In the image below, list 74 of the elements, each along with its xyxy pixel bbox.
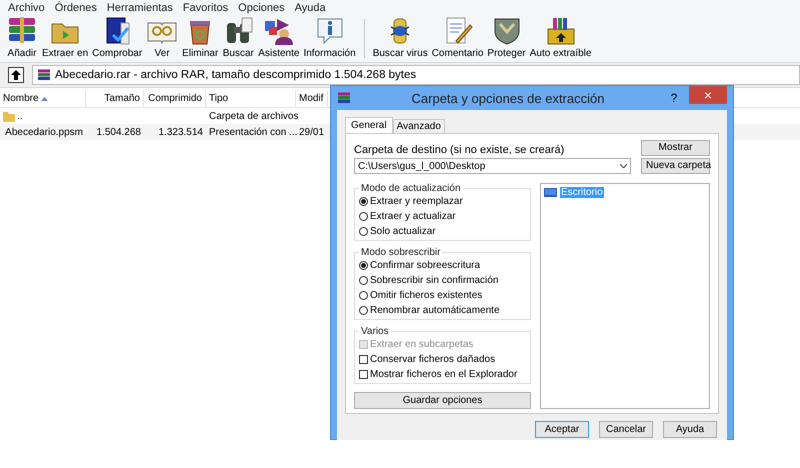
up-arrow-icon [11, 70, 21, 80]
books-icon [337, 91, 351, 105]
group-title: Modo de actualización [360, 183, 462, 194]
radio-button[interactable] [359, 276, 368, 284]
radio-option[interactable]: Sobrescribir sin confirmación [359, 274, 526, 286]
dialog-button[interactable]: Cancelar [599, 421, 653, 438]
menu-item[interactable]: Favoritos [178, 2, 234, 14]
radio-button[interactable] [359, 260, 368, 270]
monitor-icon [544, 188, 557, 197]
save-options-button[interactable]: Guardar opciones [354, 392, 531, 409]
toolbar-button[interactable]: Comentario [430, 15, 486, 62]
table-cell-text: 1.504.268 [96, 126, 142, 138]
table-cell-text: 1.323.514 [158, 126, 204, 138]
close-button[interactable]: × [689, 86, 727, 104]
column-header[interactable]: Nombre [0, 90, 86, 107]
radio-option[interactable]: Solo actualizar [359, 225, 526, 237]
dialog-button[interactable]: Nueva carpeta [641, 158, 710, 174]
menu-item[interactable]: Herramientas [102, 2, 178, 14]
radio-button[interactable] [359, 212, 368, 220]
tab[interactable]: Avanzado [392, 119, 445, 133]
tab[interactable]: General [345, 117, 393, 133]
toolbar-button[interactable]: Comprobar [90, 15, 144, 62]
books-icon [37, 68, 51, 82]
group-title: Varios [360, 326, 390, 337]
caret-icon [620, 164, 627, 168]
radio-option[interactable]: Confirmar sobreescritura [359, 259, 526, 271]
dialog-button[interactable]: Ayuda [663, 421, 717, 438]
toolbar-button[interactable]: Añadir [4, 15, 40, 62]
sort-arrow-icon [40, 96, 48, 100]
dialog-button[interactable]: Aceptar [535, 421, 589, 438]
radio-button[interactable] [359, 226, 368, 236]
folder-icon [3, 110, 15, 122]
column-header[interactable]: Modif [296, 90, 328, 107]
radio-option[interactable]: Extraer y actualizar [359, 210, 526, 222]
radio-button[interactable] [359, 306, 368, 314]
toolbar-button[interactable]: Buscar [220, 15, 256, 62]
box-icon [544, 15, 577, 47]
up-folder-button[interactable] [8, 67, 24, 83]
toolbar-button[interactable]: Proteger [485, 15, 528, 62]
field-label: Carpeta de destino (si no existe, se creará) [354, 144, 566, 156]
table-cell-text: Presentación con ... [208, 126, 296, 138]
dialog-button[interactable]: Mostrar [641, 140, 710, 156]
table-cell-text: 29/01 [298, 126, 326, 138]
menu-item[interactable]: Ayuda [290, 2, 331, 14]
toolbar-button[interactable]: Eliminar [180, 15, 220, 62]
column-header[interactable]: Tipo [206, 90, 296, 107]
destination-dropdown[interactable]: C:\Users\gus_l_000\Desktop [354, 158, 631, 174]
radio-option[interactable]: Renombrar automáticamente [359, 304, 526, 316]
toolbar-button[interactable]: Buscar virus [370, 15, 430, 62]
toolbar-button[interactable]: Asistente [256, 15, 302, 62]
radio-button[interactable] [359, 196, 368, 206]
toolbar-button[interactable]: Auto extraíble [528, 15, 594, 62]
radio-option[interactable]: Extraer y reemplazar [359, 195, 526, 207]
table-cell: .. [0, 110, 86, 122]
table-cell-text: Abecedario.ppsm [2, 126, 84, 138]
checkbox[interactable] [359, 370, 368, 378]
menu-item[interactable]: Archivo [3, 2, 50, 14]
toolbar-button[interactable]: Extraer en [40, 15, 90, 62]
toolbar-button[interactable]: Información [301, 15, 358, 62]
radio-button[interactable] [359, 290, 368, 300]
toolbar-button[interactable]: Ver [144, 15, 180, 62]
table-cell-text: Carpeta de archivos [208, 110, 296, 122]
column-header[interactable]: Tamaño [86, 90, 144, 107]
window-title: Carpeta y opciones de extracción [410, 90, 606, 106]
checkbox-option[interactable]: Mostrar ficheros en el Explorador [359, 368, 526, 380]
menu-item[interactable]: Órdenes [50, 2, 102, 14]
group-title: Modo sobrescribir [360, 247, 442, 258]
checkbox-option[interactable]: Conservar ficheros dañados [359, 353, 526, 365]
menu-item[interactable]: Opciones [233, 2, 290, 14]
column-header[interactable]: Comprimido [144, 90, 206, 107]
checkbox[interactable] [359, 354, 368, 364]
help-button[interactable]: ? [665, 91, 683, 105]
radio-option[interactable]: Omitir ficheros existentes [359, 289, 526, 301]
address-field[interactable]: Abecedario.rar - archivo RAR, tamaño descomprimido 1.504.268 bytes [32, 65, 800, 85]
